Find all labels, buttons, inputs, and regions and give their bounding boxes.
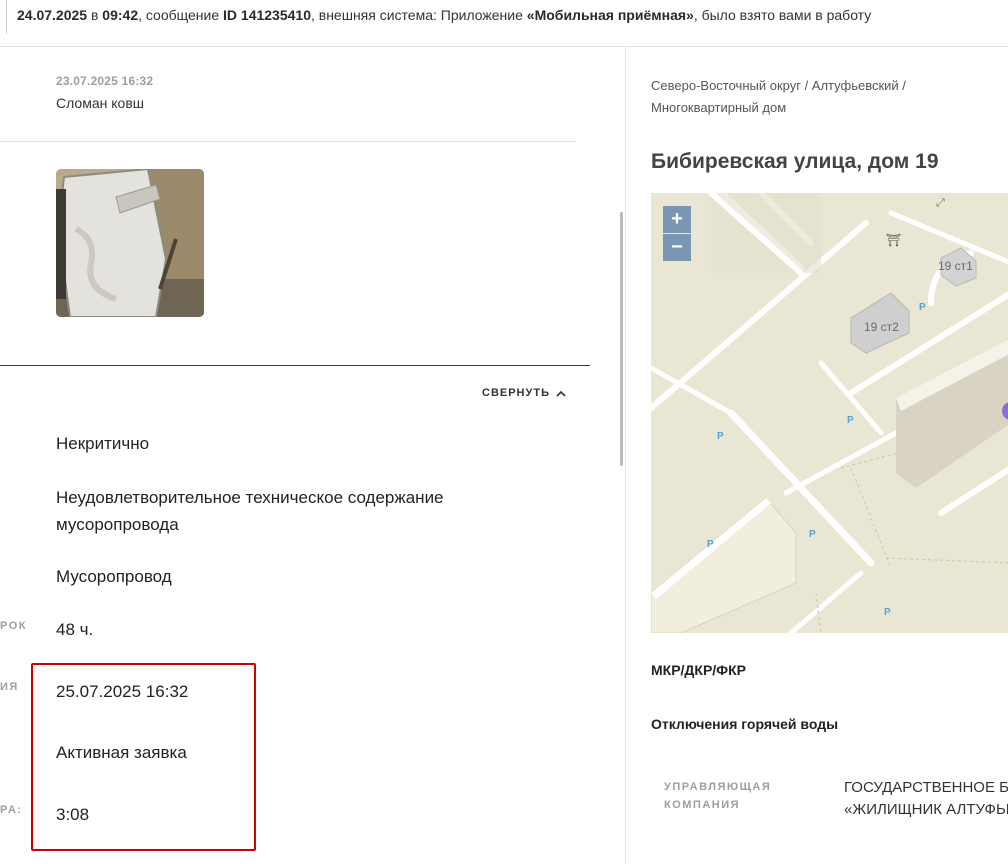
- deadline-value: 48 ч.: [56, 620, 94, 639]
- zoom-out-button[interactable]: −: [663, 234, 691, 261]
- notice-message-id: ID 141235410: [223, 7, 311, 23]
- notice-in-word: в: [87, 7, 103, 23]
- due-date-label: ИЯ: [0, 681, 19, 693]
- repairs-section-title[interactable]: МКР/ДКР/ФКР: [651, 662, 746, 678]
- notice-text-external: , внешняя система: Приложение: [310, 7, 527, 23]
- deadline-label: РОК: [0, 620, 27, 632]
- address-title: Бибиревская улица, дом 19: [651, 150, 939, 173]
- highlight-frame: [31, 663, 256, 851]
- attached-photo[interactable]: [56, 169, 204, 317]
- building-label-19-st2: 19 ст2: [864, 320, 899, 334]
- landmark-icon: ⛩: [886, 233, 902, 247]
- notice-time: 09:42: [102, 7, 139, 23]
- notice-date: 24.07.2025: [17, 7, 88, 23]
- scrollbar-thumb[interactable]: [620, 212, 623, 466]
- collapse-button[interactable]: СВЕРНУТЬ: [482, 387, 566, 399]
- building-label-19-st1: 19 ст1: [938, 259, 973, 273]
- parking-icon: P: [707, 539, 714, 550]
- criticality-value: Некритично: [56, 434, 150, 453]
- notice-text-message: , сообщение: [138, 7, 224, 23]
- map-fullscreen-icon[interactable]: ⤢: [936, 197, 945, 210]
- parking-icon: P: [919, 302, 926, 313]
- chevron-up-icon: [556, 390, 566, 397]
- parking-icon: P: [717, 431, 724, 442]
- category-value: Мусоропровод: [56, 567, 172, 586]
- timer-label: РА:: [0, 804, 23, 816]
- message-date: 23.07.2025 16:32: [56, 74, 154, 88]
- request-details-panel: 23.07.2025 16:32 Сломан ковш СВЕРНУТЬ Не…: [0, 47, 625, 864]
- section-divider: [0, 365, 590, 366]
- notification-text: 24.07.2025 в 09:42, сообщение ID 1412354…: [17, 7, 871, 23]
- parking-icon: P: [809, 529, 816, 540]
- photo-thumbnail-image: [56, 169, 204, 317]
- message-text: Сломан ковш: [56, 95, 144, 111]
- parking-icon: P: [884, 607, 891, 618]
- notice-system-name: «Мобильная приёмная»: [526, 7, 694, 23]
- management-company-value: ГОСУДАРСТВЕННОЕ БЮ «ЖИЛИЩНИК АЛТУФЬЕ: [844, 777, 1008, 821]
- notification-bar: 24.07.2025 в 09:42, сообщение ID 1412354…: [0, 0, 1008, 47]
- problem-value: Неудовлетворительное техническое содержа…: [56, 488, 444, 534]
- breadcrumb: Северо-Восточный округ / Алтуфьевский / …: [651, 78, 906, 115]
- zoom-in-button[interactable]: +: [663, 206, 691, 233]
- management-company-line2: «ЖИЛИЩНИК АЛТУФЬЕ: [844, 801, 1008, 818]
- collapse-label: СВЕРНУТЬ: [482, 387, 550, 399]
- hot-water-section-title[interactable]: Отключения горячей воды: [651, 716, 838, 732]
- message-divider: [0, 141, 577, 142]
- map-view[interactable]: + − 19 ст1 19 ст2 ⛩ ⤢ P P P P P P: [651, 193, 1008, 633]
- management-company-label: УПРАВЛЯЮЩАЯ КОМПАНИЯ: [664, 781, 772, 811]
- location-panel: Северо-Восточный округ / Алтуфьевский / …: [626, 47, 1008, 864]
- notice-text-tail: , было взято вами в работу: [693, 7, 872, 23]
- notice-edge-line: [6, 0, 7, 34]
- parking-icon: P: [847, 415, 854, 426]
- management-company-line1: ГОСУДАРСТВЕННОЕ БЮ: [844, 779, 1008, 796]
